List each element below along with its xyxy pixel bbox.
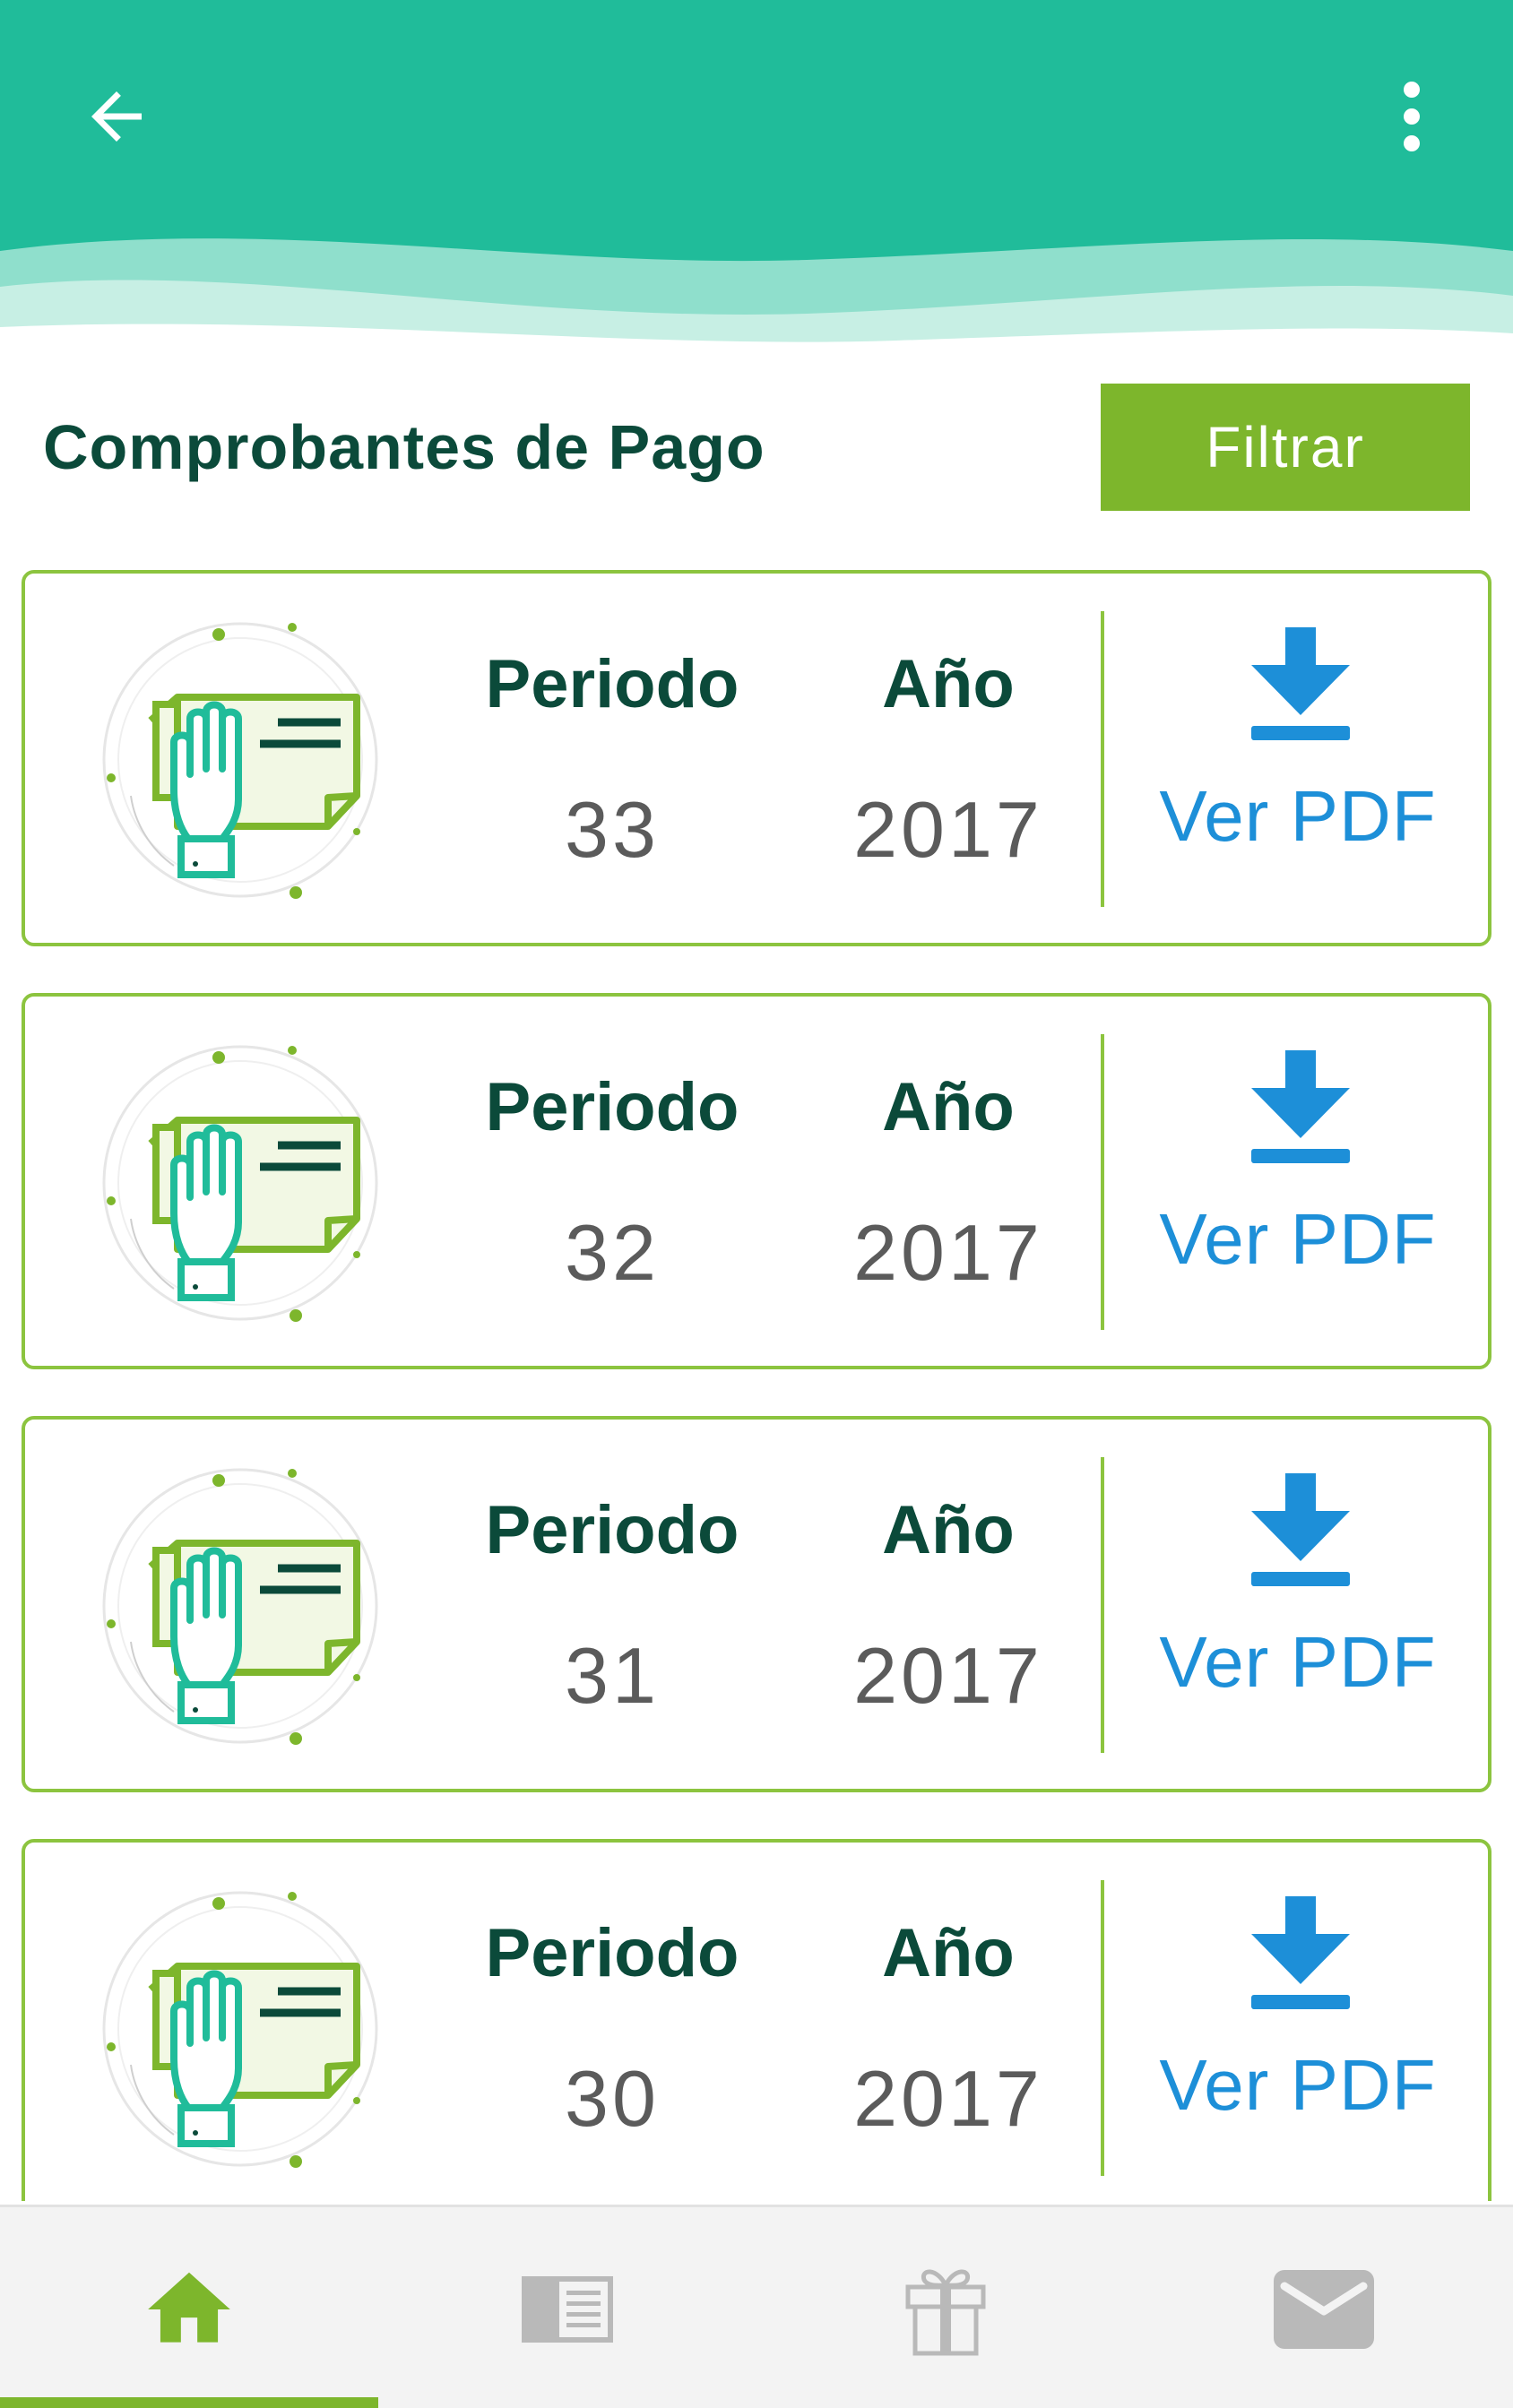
nav-active-indicator (0, 2397, 378, 2408)
anio-label: Año (882, 646, 1015, 722)
view-pdf-button[interactable]: Ver PDF (1119, 1464, 1477, 1751)
mail-icon (1274, 2269, 1374, 2349)
view-pdf-button[interactable]: Ver PDF (1119, 1041, 1477, 1328)
anio-label: Año (882, 1492, 1015, 1568)
periodo-value: 31 (565, 1631, 660, 1720)
download-icon (1251, 1896, 1350, 2013)
gift-icon (905, 2269, 986, 2355)
arrow-left-icon (91, 91, 142, 142)
view-pdf-label: Ver PDF (1159, 1622, 1437, 1702)
view-pdf-label: Ver PDF (1159, 1199, 1437, 1279)
nav-news[interactable] (378, 2207, 756, 2408)
filter-button[interactable]: Filtrar (1101, 384, 1470, 511)
periodo-label: Periodo (485, 1492, 739, 1568)
periodo-value: 30 (565, 2054, 660, 2143)
page-title: Comprobantes de Pago (43, 412, 765, 482)
back-button[interactable] (63, 63, 170, 170)
anio-value: 2017 (853, 1208, 1043, 1297)
anio-label: Año (882, 1915, 1015, 1991)
receipt-card: Periodo Año 33 2017 Ver PDF (22, 570, 1491, 946)
card-divider (1101, 611, 1104, 907)
payment-receipt-icon (88, 1877, 393, 2181)
periodo-label: Periodo (485, 1069, 739, 1145)
receipt-card: Periodo Año 32 2017 Ver PDF (22, 993, 1491, 1369)
view-pdf-button[interactable]: Ver PDF (1119, 618, 1477, 905)
download-icon (1251, 1050, 1350, 1167)
periodo-label: Periodo (485, 1915, 739, 1991)
more-vertical-icon (1404, 82, 1420, 151)
title-row: Comprobantes de Pago Filtrar (0, 362, 1513, 541)
payment-receipt-icon (88, 1031, 393, 1335)
view-pdf-label: Ver PDF (1159, 776, 1437, 856)
anio-value: 2017 (853, 1631, 1043, 1720)
bottom-navigation (0, 2205, 1513, 2408)
receipt-card: Periodo Año 31 2017 Ver PDF (22, 1416, 1491, 1792)
view-pdf-label: Ver PDF (1159, 2045, 1437, 2125)
nav-gifts[interactable] (756, 2207, 1135, 2408)
card-divider (1101, 1457, 1104, 1753)
receipts-list[interactable]: Periodo Año 33 2017 Ver PDF Periodo Año … (0, 570, 1513, 2201)
card-divider (1101, 1880, 1104, 2176)
receipt-card: Periodo Año 30 2017 Ver PDF (22, 1839, 1491, 2201)
periodo-value: 33 (565, 785, 660, 874)
header-wave-decoration (0, 238, 1513, 362)
nav-messages[interactable] (1135, 2207, 1513, 2408)
card-divider (1101, 1034, 1104, 1330)
payment-receipt-icon (88, 1454, 393, 1758)
overflow-menu-button[interactable] (1362, 63, 1461, 170)
view-pdf-button[interactable]: Ver PDF (1119, 1887, 1477, 2174)
payment-receipt-icon (88, 608, 393, 912)
nav-home[interactable] (0, 2207, 378, 2408)
anio-label: Año (882, 1069, 1015, 1145)
periodo-label: Periodo (485, 646, 739, 722)
app-header (0, 0, 1513, 362)
newspaper-icon (522, 2275, 613, 2343)
home-icon (148, 2272, 230, 2343)
anio-value: 2017 (853, 2054, 1043, 2143)
periodo-value: 32 (565, 1208, 660, 1297)
download-icon (1251, 1473, 1350, 1590)
download-icon (1251, 627, 1350, 744)
anio-value: 2017 (853, 785, 1043, 874)
